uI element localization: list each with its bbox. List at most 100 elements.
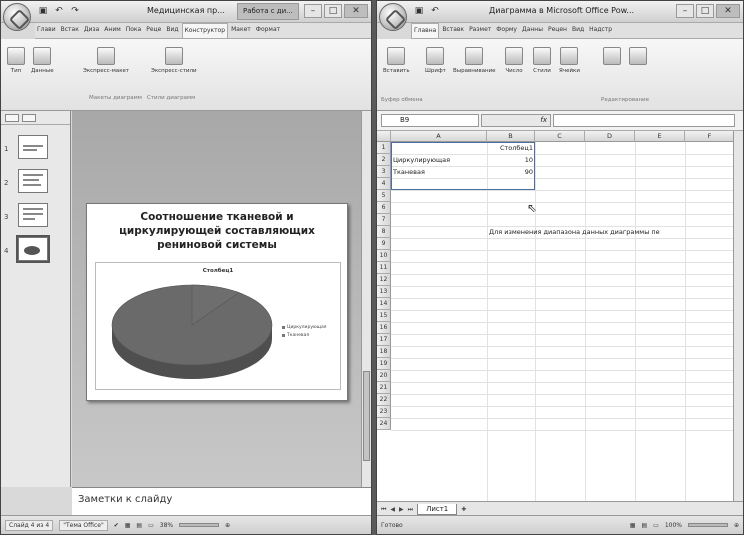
slide-thumbnail[interactable]: 3 [4,203,66,231]
row-header[interactable]: 6 [377,202,391,214]
tab-insert[interactable]: Вставк [440,23,466,38]
row-header[interactable]: 24 [377,418,391,430]
font-button[interactable]: Шрифт [425,47,446,74]
row-header[interactable]: 18 [377,346,391,358]
row-header[interactable]: 8 [377,226,391,238]
notes-pane[interactable]: Заметки к слайду [72,487,371,517]
spellcheck-icon[interactable]: ✔ [114,522,119,529]
chart-data-button[interactable]: Данные [31,47,54,74]
row-header[interactable]: 13 [377,286,391,298]
first-sheet-icon[interactable]: ⏮ [381,506,386,514]
row-header[interactable]: 5 [377,190,391,202]
minimize-icon[interactable]: – [304,4,322,18]
tab-review[interactable]: Реце [144,23,163,38]
cell-b8[interactable]: Для изменения диапазона данных диаграммы… [489,226,660,238]
column-header[interactable]: F [685,131,735,142]
row-header[interactable]: 22 [377,394,391,406]
tab-home[interactable]: Главна [411,23,440,38]
tab-formulas[interactable]: Форму [494,23,519,38]
row-header[interactable]: 12 [377,274,391,286]
slide-canvas[interactable]: Соотношение тканевой и циркулирующей сос… [86,203,348,401]
column-header[interactable]: C [535,131,585,142]
select-all-corner[interactable] [377,131,391,142]
alignment-button[interactable]: Выравнивание [453,47,496,74]
row-header[interactable]: 16 [377,322,391,334]
chart-area[interactable]: Столбец1 Циркулирующая Тканевая [95,262,341,390]
normal-view-icon[interactable]: ▦ [125,522,131,529]
autosum-button[interactable] [603,47,621,68]
slide-thumbnail-selected[interactable]: 4 [4,235,66,265]
zoom-level[interactable]: 100% [665,522,682,529]
tab-format[interactable]: Формат [254,23,282,38]
slides-tab[interactable] [5,113,19,122]
tab-home[interactable]: Глави [35,23,58,38]
close-icon[interactable]: ✕ [344,4,368,18]
column-header[interactable]: D [585,131,635,142]
maximize-icon[interactable]: □ [324,4,342,18]
cell-a3[interactable]: Тканевая [393,166,425,178]
express-styles-button[interactable]: Экспресс-стили [151,47,197,74]
zoom-level[interactable]: 38% [160,522,173,529]
slide-title[interactable]: Соотношение тканевой и циркулирующей сос… [97,210,337,252]
zoom-slider[interactable] [179,523,220,527]
maximize-icon[interactable]: □ [696,4,714,18]
row-header[interactable]: 23 [377,406,391,418]
styles-button[interactable]: Стили [533,47,551,74]
sorter-view-icon[interactable]: ▤ [136,522,142,529]
page-break-view-icon[interactable]: ▭ [653,522,659,529]
redo-icon[interactable]: ↷ [69,5,81,17]
tab-data[interactable]: Данны [520,23,545,38]
cells-button[interactable]: Ячейки [559,47,580,74]
office-button[interactable] [3,3,31,31]
slide-thumbnail[interactable]: 2 [4,169,66,197]
row-header[interactable]: 11 [377,262,391,274]
page-layout-view-icon[interactable]: ▤ [641,522,647,529]
formula-input[interactable] [553,114,735,127]
fx-icon[interactable]: fx [481,114,551,127]
tab-view[interactable]: Вид [570,23,586,38]
last-sheet-icon[interactable]: ⏭ [408,506,413,514]
row-header[interactable]: 9 [377,238,391,250]
tab-page-layout[interactable]: Размет [467,23,493,38]
scroll-thumb[interactable] [363,371,370,461]
sheet-tab[interactable]: Лист1 [417,504,458,515]
sort-filter-button[interactable] [629,47,647,68]
tab-slideshow[interactable]: Пока [124,23,143,38]
tab-view[interactable]: Вид [164,23,180,38]
zoom-slider[interactable] [687,523,728,527]
tab-layout[interactable]: Макет [229,23,253,38]
row-header[interactable]: 14 [377,298,391,310]
office-button[interactable] [379,3,407,31]
number-button[interactable]: Число [505,47,523,74]
cell-b2[interactable]: 10 [487,154,533,166]
row-header[interactable]: 15 [377,310,391,322]
undo-icon[interactable]: ↶ [53,5,65,17]
name-box[interactable]: B9 [381,114,479,127]
cell-a2[interactable]: Циркулирующая [393,154,450,166]
cell-b3[interactable]: 90 [487,166,533,178]
row-header[interactable]: 17 [377,334,391,346]
save-icon[interactable]: ▣ [37,5,49,17]
row-header[interactable]: 3 [377,166,391,178]
next-sheet-icon[interactable]: ▶ [399,506,404,513]
column-header[interactable]: B [487,131,535,142]
paste-button[interactable]: Вставить [383,47,410,74]
row-header[interactable]: 20 [377,370,391,382]
fit-slide-icon[interactable]: ⊕ [225,522,230,529]
row-header[interactable]: 19 [377,358,391,370]
prev-sheet-icon[interactable]: ◀ [390,506,395,513]
insert-sheet-icon[interactable]: ✚ [461,506,466,513]
vertical-scrollbar[interactable] [361,111,371,487]
outline-tab[interactable] [22,113,36,122]
tab-design[interactable]: Диза [82,23,101,38]
slide-thumbnail[interactable]: 1 [4,135,66,163]
row-header[interactable]: 1 [377,142,391,154]
tab-animation[interactable]: Аним [102,23,122,38]
row-header[interactable]: 2 [377,154,391,166]
minimize-icon[interactable]: – [676,4,694,18]
vertical-scrollbar[interactable] [733,131,743,501]
row-header[interactable]: 4 [377,178,391,190]
column-header[interactable]: A [391,131,487,142]
tab-insert[interactable]: Встак [59,23,81,38]
tab-review[interactable]: Рецен [546,23,569,38]
